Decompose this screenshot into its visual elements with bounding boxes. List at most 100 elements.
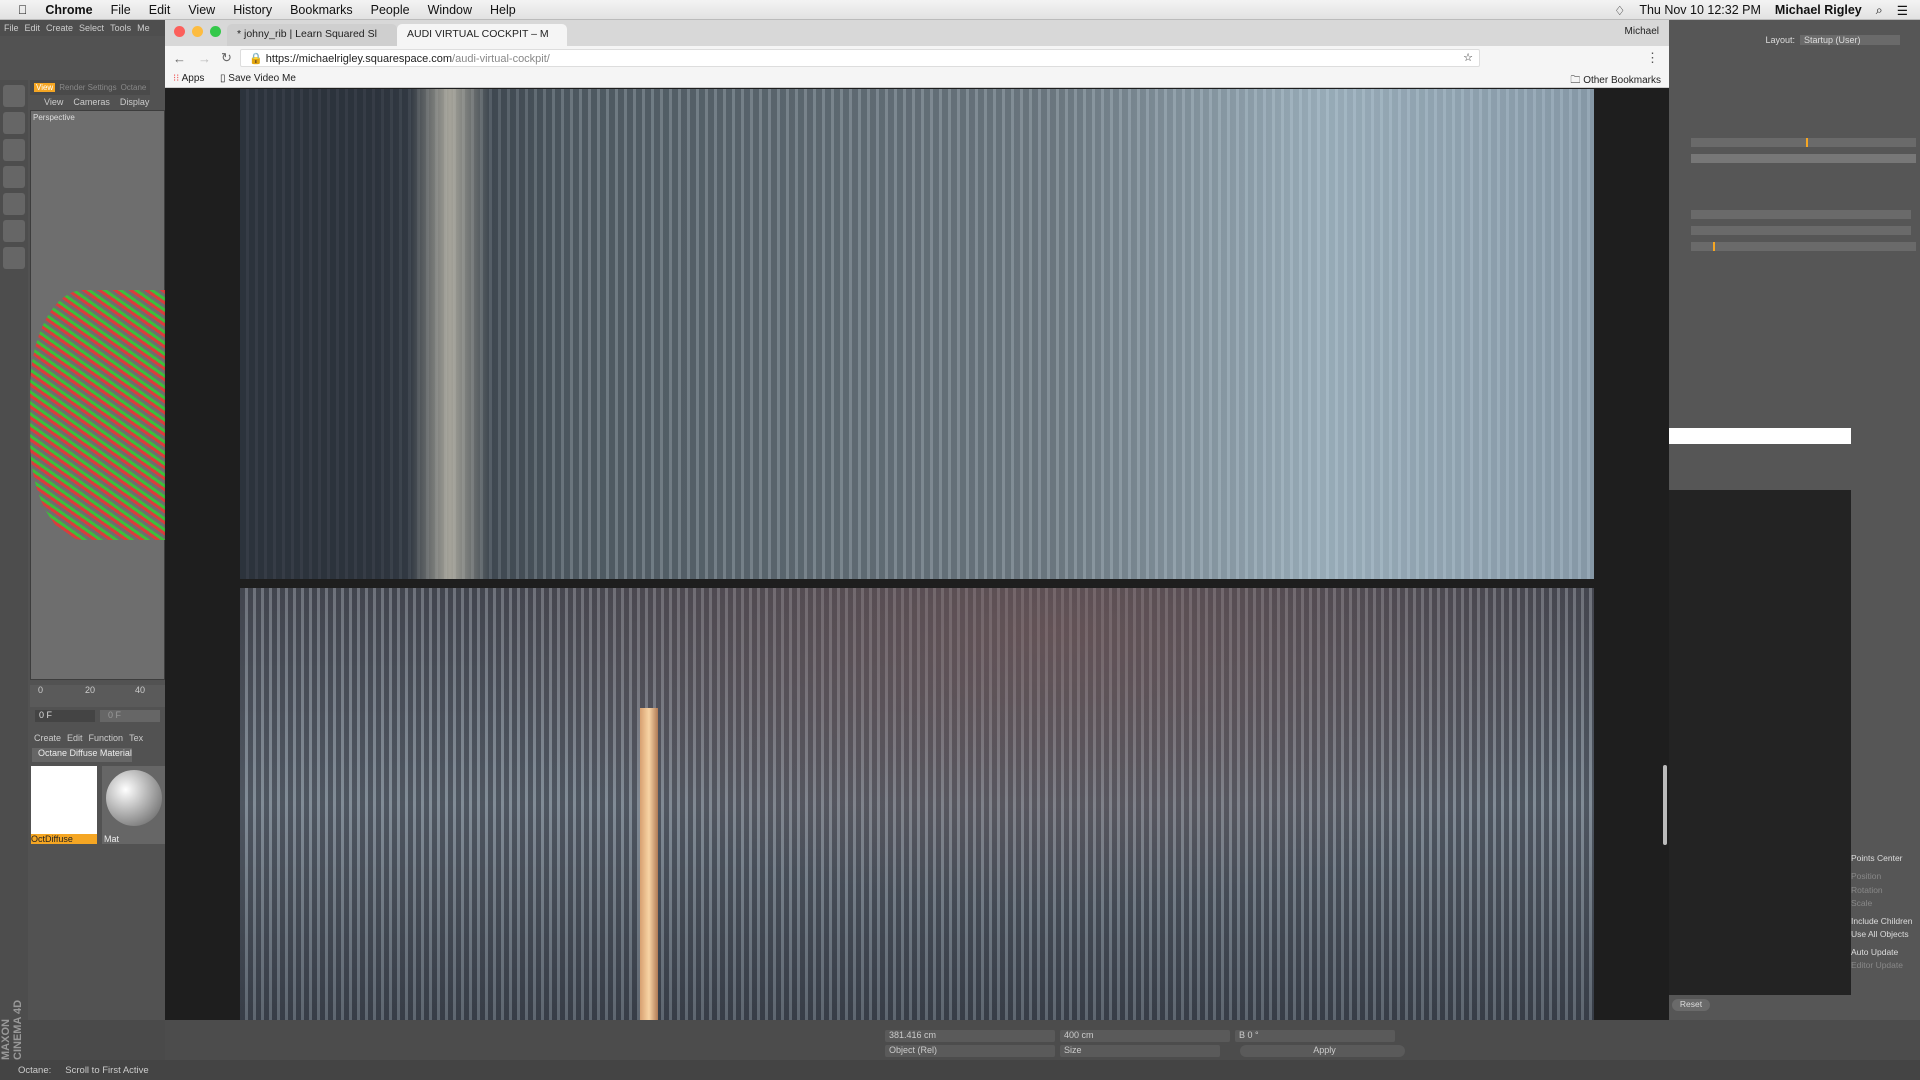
city-render-image-bottom (240, 588, 1594, 1020)
magnet-icon[interactable] (3, 247, 25, 269)
input-field[interactable] (1669, 428, 1851, 444)
menu-edit[interactable]: Edit (149, 3, 171, 17)
reload-icon[interactable]: ↻ (221, 50, 232, 66)
option-scale[interactable]: Scale (1851, 898, 1872, 908)
wifi-icon[interactable]: ♢ (1614, 3, 1625, 18)
attribute-field[interactable] (1691, 210, 1911, 219)
option-editor-update[interactable]: Editor Update (1851, 960, 1903, 970)
size-dropdown[interactable]: Size (1060, 1045, 1220, 1057)
end-frame-field[interactable]: 0 F (100, 710, 160, 722)
deformer-icon[interactable] (3, 166, 25, 188)
camera-icon[interactable] (3, 193, 25, 215)
c4d-menu-create[interactable]: Create (46, 23, 73, 33)
menu-history[interactable]: History (233, 3, 272, 17)
viewport-menu-display[interactable]: Display (120, 97, 150, 107)
scrollbar-thumb[interactable] (1663, 765, 1667, 845)
pen-tool-icon[interactable] (3, 112, 25, 134)
c4d-menu-file[interactable]: File (4, 23, 19, 33)
option-rotation[interactable]: Rotation (1851, 885, 1883, 895)
option-points-center[interactable]: Points Center (1851, 853, 1903, 863)
viewport-label: Perspective (33, 113, 75, 122)
chrome-menu-icon[interactable]: ⋮ (1646, 50, 1659, 66)
mat-menu-texture[interactable]: Tex (129, 733, 143, 743)
attribute-field[interactable] (1691, 226, 1911, 235)
option-use-all-objects[interactable]: Use All Objects (1851, 929, 1909, 939)
mat-menu-create[interactable]: Create (34, 733, 61, 743)
attribute-slider[interactable] (1691, 138, 1916, 147)
option-position[interactable]: Position (1851, 871, 1881, 881)
viewport-menu-cameras[interactable]: Cameras (73, 97, 110, 107)
subdivision-icon[interactable] (3, 139, 25, 161)
material-label: Mat (104, 834, 120, 844)
material-tab[interactable]: Octane Diffuse Material (32, 748, 132, 762)
material-label: OctDiffuse (31, 834, 97, 844)
tab-strip: * johny_rib | Learn Squared Sl AUDI VIRT… (165, 20, 1669, 46)
tab-render-settings[interactable]: Render Settings (59, 83, 116, 92)
menu-window[interactable]: Window (428, 3, 472, 17)
list-icon[interactable]: ☰ (1897, 3, 1908, 18)
bookmark-save-video[interactable]: ▯ Save Video Me (220, 73, 296, 84)
layout-selector[interactable]: Layout: Startup (User) (1765, 35, 1900, 45)
menu-chrome[interactable]: Chrome (45, 3, 92, 17)
status-label: Octane: (18, 1064, 52, 1076)
c4d-menu-select[interactable]: Select (79, 23, 104, 33)
tick-label: 0 (38, 685, 44, 695)
current-frame-field[interactable]: 0 F (35, 710, 95, 722)
menu-bookmarks[interactable]: Bookmarks (290, 3, 353, 17)
timeline[interactable]: 0 20 40 (30, 685, 165, 707)
url-input[interactable]: 🔒 https://michaelrigley.squarespace.com/… (240, 49, 1480, 67)
tab-title: AUDI VIRTUAL COCKPIT – M (407, 28, 549, 40)
tab-audi-cockpit[interactable]: AUDI VIRTUAL COCKPIT – M (397, 24, 567, 46)
apply-button[interactable]: Apply (1240, 1045, 1405, 1057)
option-include-children[interactable]: Include Children (1851, 916, 1912, 926)
tab-octane[interactable]: Octane (121, 83, 147, 92)
reset-button[interactable]: Reset (1672, 999, 1710, 1011)
x-field[interactable]: 381.416 cm (885, 1030, 1055, 1042)
tab-view[interactable]: View (34, 83, 56, 92)
clock[interactable]: Thu Nov 10 12:32 PM (1639, 3, 1761, 17)
tab-learn-squared[interactable]: * johny_rib | Learn Squared Sl (227, 24, 397, 46)
material-preview (106, 770, 162, 826)
tick-label: 40 (135, 685, 146, 695)
tool-column (0, 80, 28, 1020)
url-host: https://michaelrigley.squarespace.com (265, 53, 453, 65)
material-octdiffuse[interactable]: OctDiffuse (31, 766, 97, 844)
bookmark-apps[interactable]: ⁝⁝ Apps (173, 73, 204, 84)
mode-dropdown[interactable]: Object (Rel) (885, 1045, 1055, 1057)
attribute-slider[interactable] (1691, 154, 1916, 163)
forward-icon[interactable]: → (198, 51, 211, 66)
material-mat[interactable]: Mat (102, 766, 165, 844)
viewport-menu-view[interactable]: View (44, 97, 63, 107)
c4d-menu-mesh[interactable]: Me (137, 23, 150, 33)
profile-name[interactable]: Michael (1625, 26, 1659, 37)
layout-dropdown[interactable]: Startup (User) (1800, 35, 1900, 45)
search-icon[interactable]: ⌕ (1876, 3, 1883, 18)
cube-tool-icon[interactable] (3, 85, 25, 107)
mat-menu-function[interactable]: Function (89, 733, 124, 743)
light-icon[interactable] (3, 220, 25, 242)
back-icon[interactable]: ← (173, 51, 186, 66)
option-auto-update[interactable]: Auto Update (1851, 947, 1898, 957)
bookmark-label: Apps (181, 73, 205, 84)
bookmarks-bar: ⁝⁝ Apps ▯ Save Video Me 🗀 Other Bookmark… (165, 70, 1669, 88)
address-bar-row: ← → ↻ 🔒 https://michaelrigley.squarespac… (165, 46, 1669, 70)
b-field[interactable]: B 0 ° (1235, 1030, 1395, 1042)
close-window-button[interactable] (174, 26, 185, 37)
lock-icon: 🔒 (249, 53, 263, 65)
menu-people[interactable]: People (371, 3, 410, 17)
minimize-window-button[interactable] (192, 26, 203, 37)
z-field[interactable]: 400 cm (1060, 1030, 1230, 1042)
mat-menu-edit[interactable]: Edit (67, 733, 83, 743)
c4d-menu-tools[interactable]: Tools (110, 23, 131, 33)
user-name[interactable]: Michael Rigley (1775, 3, 1862, 17)
star-icon[interactable]: ☆ (1463, 51, 1473, 64)
attribute-slider[interactable] (1691, 242, 1916, 251)
menu-help[interactable]: Help (490, 3, 516, 17)
c4d-menu-edit[interactable]: Edit (25, 23, 41, 33)
apple-icon[interactable]:  (18, 3, 27, 17)
menu-view[interactable]: View (188, 3, 215, 17)
menu-file[interactable]: File (111, 3, 131, 17)
other-bookmarks[interactable]: 🗀 Other Bookmarks (1570, 73, 1661, 90)
chrome-window: * johny_rib | Learn Squared Sl AUDI VIRT… (165, 20, 1669, 1020)
zoom-window-button[interactable] (210, 26, 221, 37)
